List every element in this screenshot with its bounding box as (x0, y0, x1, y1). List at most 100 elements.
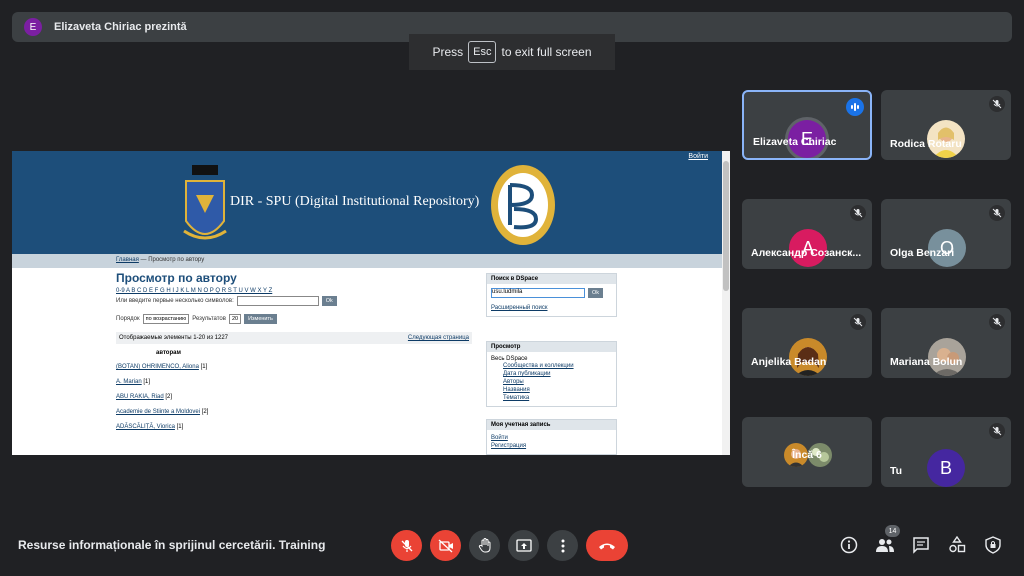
participant-tile-anjelika[interactable]: Anjelika Badan (742, 308, 872, 378)
participant-name: Александр Созанск... (751, 247, 862, 259)
breadcrumb-home[interactable]: Главная (116, 257, 139, 263)
camera-toggle-button[interactable] (430, 530, 461, 561)
mic-off-icon (850, 205, 866, 221)
list-item: ABU RAKIA, Riad [2] (116, 394, 476, 400)
author-count: [1] (200, 364, 208, 370)
university-crest-icon (183, 165, 227, 240)
mic-off-icon (989, 205, 1005, 221)
speaking-indicator-icon (846, 98, 864, 116)
raise-hand-button[interactable] (469, 530, 500, 561)
participant-tile-alexandr[interactable]: A Александр Созанск... (742, 199, 872, 269)
hand-icon (478, 538, 490, 553)
exit-fullscreen-toast: Press Esc to exit full screen (409, 34, 615, 70)
mic-off-icon (989, 423, 1005, 439)
mic-toggle-button[interactable] (391, 530, 422, 561)
more-options-button[interactable] (547, 530, 578, 561)
chat-icon (913, 537, 929, 554)
activities-button[interactable] (945, 533, 969, 557)
account-login-link[interactable]: Войти (491, 434, 612, 442)
participant-name: Mariana Bolun (890, 356, 963, 368)
mic-off-icon (989, 314, 1005, 330)
results-header: Отображаемые элементы 1-20 из 1227 Следу… (116, 332, 472, 344)
repo-title: DIR - SPU (Digital Institutional Reposit… (230, 194, 480, 209)
author-count: [2] (165, 394, 173, 400)
advanced-search-link[interactable]: Расширенный поиск (491, 304, 612, 312)
people-icon (876, 539, 894, 552)
account-register-link[interactable]: Регистрация (491, 442, 612, 450)
participant-tile-self[interactable]: B Tu (881, 417, 1011, 487)
next-page-link[interactable]: Следующая страница (408, 335, 469, 341)
host-controls-button[interactable] (981, 533, 1005, 557)
meeting-title: Resurse informaționale în sprijinul cerc… (18, 538, 326, 552)
column-header: авторам (156, 350, 181, 356)
toast-text-after: to exit full screen (501, 45, 592, 59)
toast-text-before: Press (432, 45, 464, 59)
author-link[interactable]: ADĂSCĂLIȚĂ, Viorica (116, 424, 175, 430)
repo-banner: Войти DIR - SPU (Digital Institutional R… (12, 151, 722, 254)
account-box: Моя учетная запись Войти Регистрация (486, 419, 617, 455)
people-count-badge: 14 (885, 525, 900, 537)
alphabet-links[interactable]: 0-9 A B C D E F G H I J K L M N O P Q R … (116, 288, 476, 294)
author-count: [2] (201, 409, 209, 415)
results-label: Результатов (192, 316, 226, 322)
meeting-details-button[interactable] (837, 533, 861, 557)
author-count: [1] (176, 424, 184, 430)
leave-call-button[interactable] (586, 530, 628, 561)
browse-link[interactable]: Тематика (491, 394, 612, 402)
list-item: A. Marian [1] (116, 379, 476, 385)
participant-tile-mariana[interactable]: Mariana Bolun (881, 308, 1011, 378)
more-participants-label: Încă 6 (792, 449, 822, 461)
participant-tile-elizaveta[interactable]: E Elizaveta Chiriac (742, 90, 872, 160)
screen-scrollbar[interactable] (722, 151, 730, 455)
browse-box-title: Просмотр (487, 342, 616, 352)
browse-link[interactable]: Названия (491, 386, 612, 394)
browse-link[interactable]: Дата публикации (491, 370, 612, 378)
search-ok-button[interactable]: Ok (588, 288, 604, 298)
activities-icon (949, 536, 966, 553)
participant-tile-rodica[interactable]: Rodica Rotaru (881, 90, 1011, 160)
meet-window: E Elizaveta Chiriac prezintă Press Esc t… (0, 0, 1024, 576)
info-icon (840, 536, 858, 554)
browse-link[interactable]: Сообщества и коллекции (491, 362, 612, 370)
participant-name: Rodica Rotaru (890, 138, 962, 150)
search-box-title: Поиск в DSpace (487, 274, 616, 284)
list-item: (BOTAN) OHRIMENCO, Aliona [1] (116, 364, 476, 370)
participant-name: Anjelika Badan (751, 356, 827, 368)
login-link[interactable]: Войти (688, 153, 708, 160)
participant-tile-olga[interactable]: O Olga Benzari (881, 199, 1011, 269)
author-link[interactable]: ABU RAKIA, Riad (116, 394, 164, 400)
present-icon (515, 538, 532, 552)
order-select[interactable]: по возрастанию (142, 314, 190, 324)
list-item: Academie de Stiinte a Moldovei [2] (116, 409, 476, 415)
first-letters-label: Или введите первые несколько символов: (116, 298, 234, 304)
dspace-search-input[interactable]: usu.ludmila (491, 288, 585, 298)
shared-screen[interactable]: Войти DIR - SPU (Digital Institutional R… (12, 151, 730, 455)
browse-box: Просмотр Весь DSpace Сообщества и коллек… (486, 341, 617, 407)
ok-button[interactable]: Ok (321, 296, 337, 306)
browse-link[interactable]: Авторы (491, 378, 612, 386)
esc-key: Esc (468, 41, 497, 63)
more-participants-tile[interactable]: Încă 6 (742, 417, 872, 487)
avatar: B (927, 449, 965, 487)
author-link[interactable]: (BOTAN) OHRIMENCO, Aliona (116, 364, 199, 370)
browse-content: Просмотр по автору 0-9 A B C D E F G H I… (116, 271, 476, 439)
breadcrumb: Главная — Просмотр по автору (12, 254, 722, 268)
author-link[interactable]: Academie de Stiinte a Moldovei (116, 409, 200, 415)
mic-off-icon (850, 314, 866, 330)
results-select[interactable]: 20 (228, 314, 242, 324)
list-item: ADĂSCĂLIȚĂ, Viorica [1] (116, 424, 476, 430)
camera-off-icon (438, 539, 453, 552)
author-link[interactable]: A. Marian (116, 379, 142, 385)
author-count: [1] (143, 379, 151, 385)
present-screen-button[interactable] (508, 530, 539, 561)
change-button[interactable]: Изменить (244, 314, 277, 324)
participant-name: Olga Benzari (890, 247, 955, 259)
chat-button[interactable] (909, 533, 933, 557)
account-box-title: Моя учетная запись (487, 420, 616, 430)
breadcrumb-separator: — (140, 257, 147, 263)
first-letters-input[interactable] (236, 296, 319, 306)
presenter-avatar: E (24, 18, 42, 36)
page-title: Просмотр по автору (116, 271, 237, 285)
participant-name: Elizaveta Chiriac (753, 136, 837, 148)
mic-off-icon (989, 96, 1005, 112)
